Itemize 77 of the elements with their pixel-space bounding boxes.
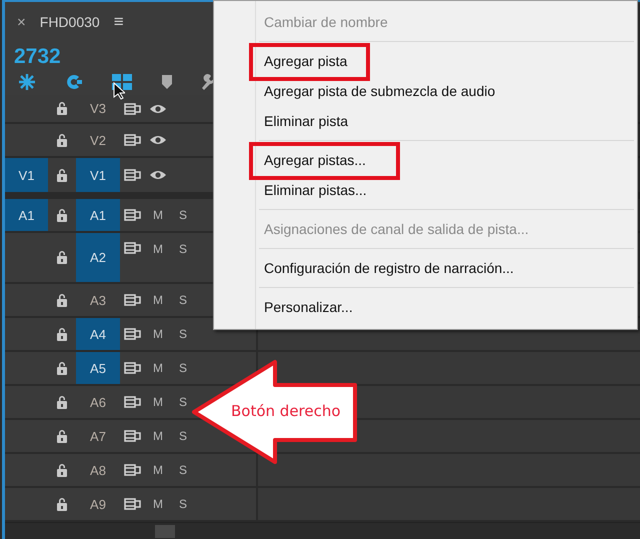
track-output-icon[interactable] xyxy=(124,396,142,408)
solo-button[interactable]: S xyxy=(178,463,187,477)
solo-button[interactable]: S xyxy=(178,395,187,409)
menu-item[interactable]: Agregar pista xyxy=(264,53,348,69)
menu-item[interactable]: Eliminar pistas... xyxy=(264,182,367,198)
mute-button[interactable]: M xyxy=(153,395,163,409)
mute-button[interactable]: M xyxy=(153,463,163,477)
track-target[interactable]: A8 xyxy=(76,454,120,486)
lock-icon[interactable] xyxy=(56,132,68,148)
track-target[interactable]: V3 xyxy=(76,95,120,122)
mute-button[interactable]: M xyxy=(153,361,163,375)
lock-icon[interactable] xyxy=(56,168,68,182)
mute-button[interactable]: M xyxy=(153,208,163,222)
track-target[interactable]: A4 xyxy=(76,318,120,350)
track-target[interactable]: A6 xyxy=(76,386,120,418)
snap-icon[interactable] xyxy=(17,73,37,91)
track-output-icon[interactable] xyxy=(124,169,142,181)
menu-item[interactable]: Agregar pista de submezcla de audio xyxy=(264,83,496,99)
track-target[interactable]: A3 xyxy=(76,284,120,316)
panel-title[interactable]: FHD0030 xyxy=(40,14,100,30)
track-output-icon[interactable] xyxy=(124,328,142,340)
track-target[interactable]: V2 xyxy=(76,124,120,156)
solo-button[interactable]: S xyxy=(178,429,187,443)
marker-icon[interactable] xyxy=(161,74,173,90)
lock-icon[interactable] xyxy=(56,394,68,410)
menu-item[interactable]: Agregar pistas... xyxy=(264,152,366,168)
track-output-icon[interactable] xyxy=(124,362,142,374)
track-output-icon[interactable] xyxy=(124,464,142,476)
track-target[interactable]: A2 xyxy=(76,233,120,282)
track-target[interactable]: A1 xyxy=(76,199,120,231)
eye-icon[interactable] xyxy=(149,134,167,146)
track-output-icon[interactable] xyxy=(124,134,142,146)
linked-selection-icon[interactable] xyxy=(65,73,83,91)
lock-icon[interactable] xyxy=(56,208,68,222)
track-target[interactable]: A5 xyxy=(76,352,120,384)
track-output-icon[interactable] xyxy=(124,102,142,114)
lock-icon[interactable] xyxy=(56,496,68,512)
solo-button[interactable]: S xyxy=(178,242,187,256)
horizontal-scrollbar[interactable] xyxy=(5,522,640,539)
lock-icon[interactable] xyxy=(56,462,68,478)
source-patch[interactable]: V1 xyxy=(5,158,48,192)
lock-icon[interactable] xyxy=(56,326,68,342)
mouse-cursor-icon xyxy=(113,82,125,100)
wrench-icon[interactable] xyxy=(201,74,215,90)
track-target[interactable]: V1 xyxy=(76,158,120,192)
lock-icon[interactable] xyxy=(56,292,68,308)
solo-button[interactable]: S xyxy=(178,327,187,341)
lock-icon[interactable] xyxy=(56,360,68,376)
mute-button[interactable]: M xyxy=(153,293,163,307)
solo-button[interactable]: S xyxy=(178,361,187,375)
track-output-icon[interactable] xyxy=(124,430,142,442)
solo-button[interactable]: S xyxy=(178,497,187,511)
eye-icon[interactable] xyxy=(149,169,167,181)
solo-button[interactable]: S xyxy=(178,208,187,222)
track-output-icon[interactable] xyxy=(124,242,142,254)
eye-icon[interactable] xyxy=(149,102,167,114)
track-output-icon[interactable] xyxy=(124,209,142,221)
mute-button[interactable]: M xyxy=(153,429,163,443)
track-output-icon[interactable] xyxy=(124,498,142,510)
callout-text: Botón derecho xyxy=(231,402,341,420)
mute-button[interactable]: M xyxy=(153,242,163,256)
solo-button[interactable]: S xyxy=(178,293,187,307)
track-output-icon[interactable] xyxy=(124,294,142,306)
menu-item[interactable]: Eliminar pista xyxy=(264,113,348,129)
source-patch[interactable]: A1 xyxy=(5,199,48,231)
lock-icon[interactable] xyxy=(56,101,68,116)
lock-icon[interactable] xyxy=(56,250,68,265)
track-target[interactable]: A7 xyxy=(76,420,120,452)
track-target[interactable]: A9 xyxy=(76,488,120,520)
menu-button[interactable]: ≡ xyxy=(114,12,124,32)
close-button[interactable]: × xyxy=(17,14,26,30)
menu-item[interactable]: Configuración de registro de narración... xyxy=(264,260,514,276)
mute-button[interactable]: M xyxy=(153,327,163,341)
menu-item[interactable]: Personalizar... xyxy=(264,299,353,315)
mute-button[interactable]: M xyxy=(153,497,163,511)
lock-icon[interactable] xyxy=(56,428,68,444)
timecode[interactable]: 2732 xyxy=(14,42,61,72)
